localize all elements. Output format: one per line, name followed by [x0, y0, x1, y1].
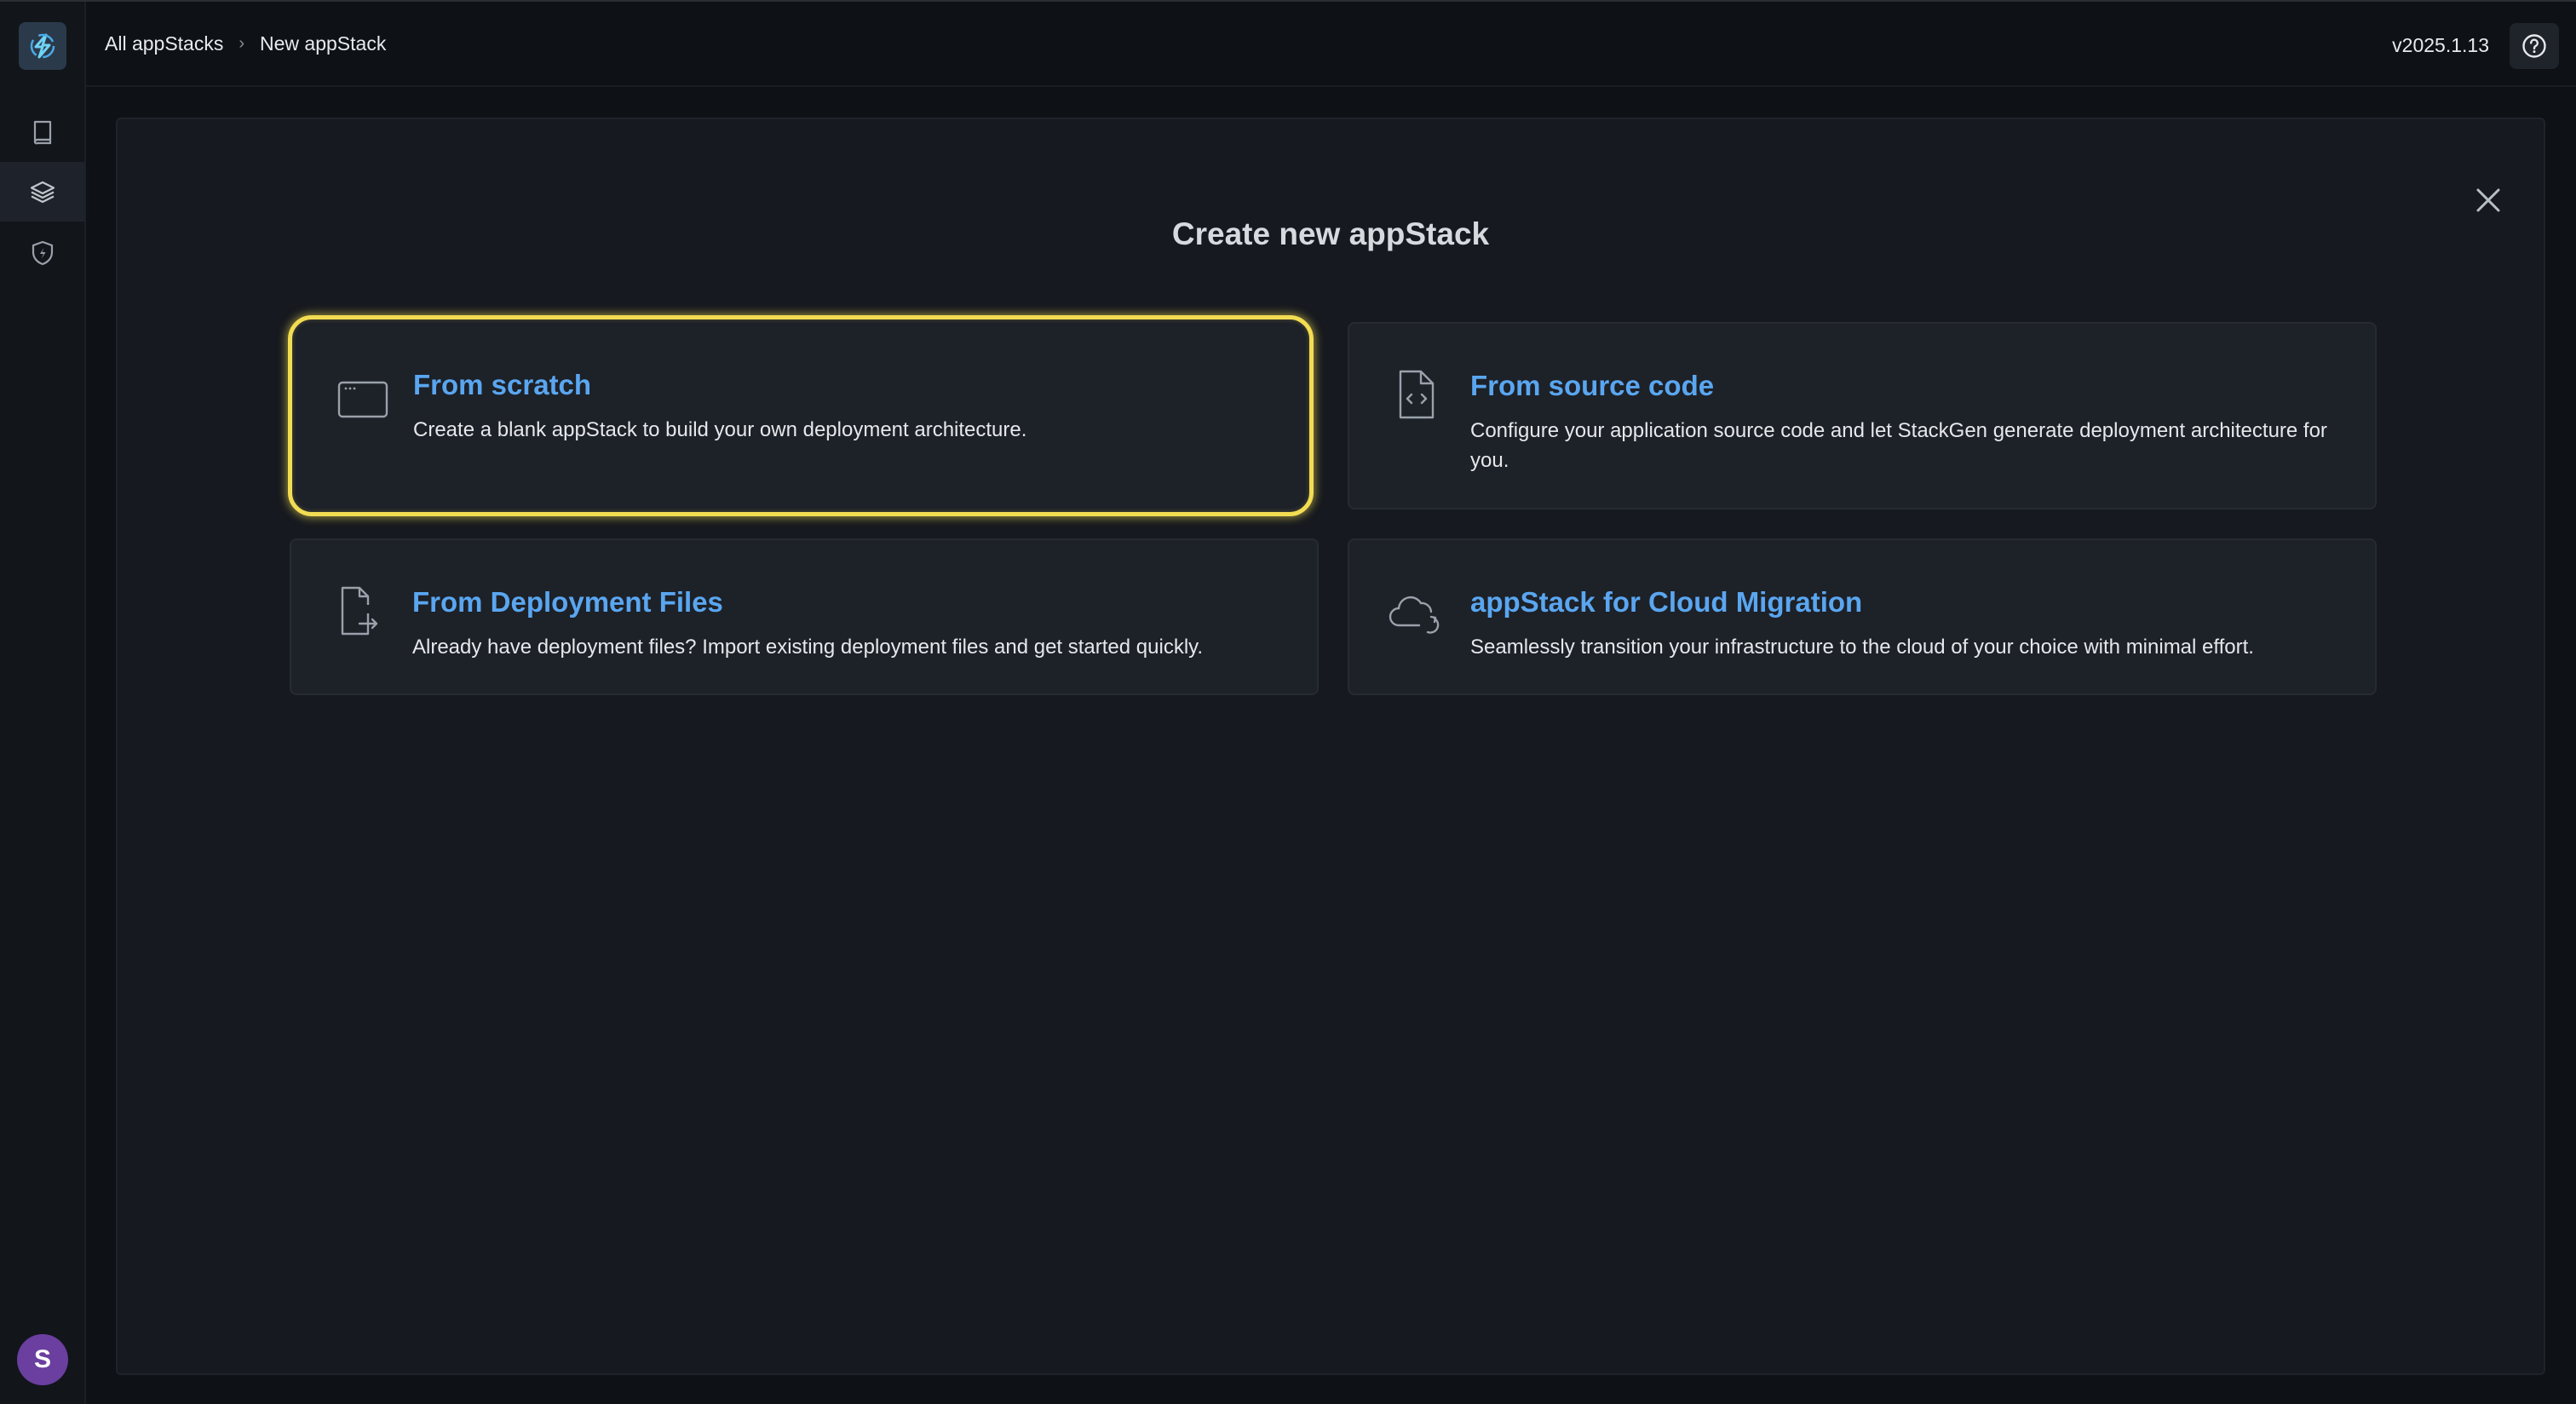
- top-header: All appStacks › New appStack v2025.1.13: [86, 2, 2576, 87]
- close-button[interactable]: [2467, 179, 2510, 222]
- shield-icon: [32, 240, 53, 266]
- option-title: From source code: [1470, 370, 1715, 401]
- option-title: appStack for Cloud Migration: [1470, 586, 1863, 618]
- option-title: From scratch: [413, 369, 592, 400]
- cloud-migrate-icon: [1389, 596, 1440, 634]
- close-icon: [2476, 188, 2500, 212]
- layers-icon: [30, 181, 55, 204]
- option-from-deployment-files[interactable]: From Deployment Files Already have deplo…: [290, 538, 1319, 695]
- user-avatar[interactable]: S: [17, 1334, 68, 1385]
- option-from-scratch[interactable]: From scratch Create a blank appStack to …: [288, 315, 1314, 516]
- sidebar-item-catalog[interactable]: [0, 102, 84, 162]
- help-icon: [2522, 34, 2546, 58]
- option-cloud-migration[interactable]: appStack for Cloud Migration Seamlessly …: [1348, 538, 2377, 695]
- breadcrumb-all-appstacks[interactable]: All appStacks: [105, 32, 223, 55]
- option-from-source-code[interactable]: From source code Configure your applicat…: [1348, 322, 2377, 509]
- option-description: Seamlessly transition your infrastructur…: [1470, 636, 2254, 659]
- modal-title: Create new appStack: [1171, 216, 1490, 251]
- stackgen-logo[interactable]: [19, 22, 66, 70]
- help-button[interactable]: [2510, 23, 2559, 69]
- breadcrumb: All appStacks › New appStack: [105, 32, 386, 55]
- file-import-icon: [341, 586, 378, 636]
- sidebar: S: [0, 2, 86, 1404]
- chevron-right-icon: ›: [239, 34, 245, 53]
- option-description: Create a blank appStack to build your ow…: [413, 418, 1027, 441]
- breadcrumb-current: New appStack: [260, 32, 387, 55]
- sidebar-item-appstacks[interactable]: [0, 162, 84, 222]
- option-title: From Deployment Files: [412, 586, 723, 618]
- book-icon: [33, 120, 51, 145]
- option-description: Already have deployment files? Import ex…: [412, 636, 1204, 659]
- logo-icon: [30, 33, 55, 59]
- code-file-icon: [1399, 370, 1435, 419]
- sidebar-item-policies[interactable]: [0, 223, 84, 283]
- option-description: Configure your application source code a…: [1470, 419, 2327, 472]
- blank-window-icon: [337, 381, 388, 418]
- version-label: v2025.1.13: [2392, 34, 2489, 56]
- create-appstack-modal: Create new appStack From scratch Create …: [116, 118, 2545, 1375]
